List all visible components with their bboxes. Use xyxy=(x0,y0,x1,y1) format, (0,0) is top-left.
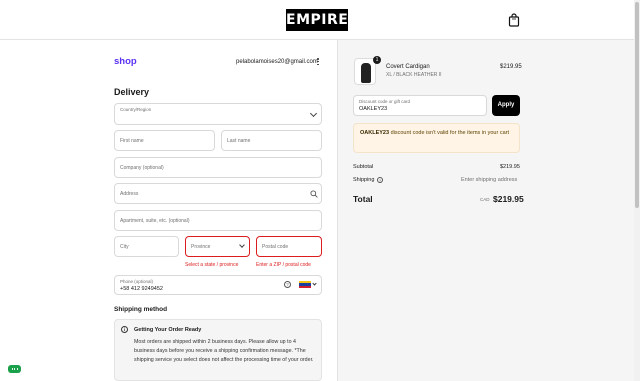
chevron-down-icon xyxy=(239,242,245,248)
apartment-field[interactable]: Apartment, suite, etc. (optional) xyxy=(114,210,322,231)
delivery-heading: Delivery xyxy=(114,87,150,97)
address-field[interactable]: Address xyxy=(114,183,322,204)
venezuela-flag-icon[interactable] xyxy=(299,281,311,288)
shipping-notice-body: Most orders are shipped within 2 busines… xyxy=(134,339,314,363)
first-name-placeholder: First name xyxy=(120,137,144,144)
province-placeholder: Province xyxy=(191,243,211,250)
scrollbar-thumb[interactable] xyxy=(635,2,639,208)
company-field[interactable]: Company (optional) xyxy=(114,157,322,178)
warning-text: discount code isn't valid for the items … xyxy=(389,130,510,136)
total-label: Total xyxy=(353,194,373,204)
warning-code: OAKLEY23 xyxy=(360,130,390,136)
account-menu-icon[interactable] xyxy=(316,58,320,67)
discount-label: Discount code or gift card xyxy=(359,99,411,104)
product-price: $219.95 xyxy=(500,64,522,70)
country-select[interactable]: Country/Region xyxy=(114,103,322,125)
chat-icon[interactable] xyxy=(8,365,21,373)
postal-code-field[interactable]: Postal code xyxy=(256,236,322,257)
quantity-badge: 1 xyxy=(373,56,381,64)
postal-code-error: Enter a ZIP / postal code xyxy=(256,262,311,268)
phone-value: +58 412 9249452 xyxy=(120,286,163,292)
bag-icon[interactable] xyxy=(508,13,520,27)
info-icon: i xyxy=(121,326,128,333)
account-email: pelabolamoises20@gmail.com xyxy=(236,59,318,65)
shop-pay-logo[interactable]: shop xyxy=(114,56,137,67)
province-error: Select a state / province xyxy=(185,262,239,268)
country-label: Country/Region xyxy=(120,107,152,112)
subtotal-label: Subtotal xyxy=(353,164,374,170)
store-logo[interactable]: EMPIRE xyxy=(286,9,348,31)
discount-warning: OAKLEY23 discount code isn't valid for t… xyxy=(353,123,520,153)
search-icon xyxy=(310,190,318,198)
phone-field[interactable]: Phone (optional) +58 412 9249452 ? xyxy=(114,275,322,295)
company-placeholder: Company (optional) xyxy=(120,164,164,171)
apply-button[interactable]: Apply xyxy=(492,95,520,116)
shipping-notice-title: Getting Your Order Ready xyxy=(134,327,202,333)
shipping-label: Shipping xyxy=(353,177,375,183)
subtotal-value: $219.95 xyxy=(500,164,520,170)
province-select[interactable]: Province xyxy=(185,236,250,257)
shipping-value: Enter shipping address xyxy=(461,177,518,183)
help-icon[interactable]: ? xyxy=(377,177,383,183)
discount-value: OAKLEY23 xyxy=(359,106,388,112)
city-placeholder: City xyxy=(120,243,129,250)
product-name: Covert Cardigan xyxy=(386,64,430,70)
city-field[interactable]: City xyxy=(114,236,179,257)
postal-code-placeholder: Postal code xyxy=(262,243,289,250)
total-currency: CAD xyxy=(480,197,490,202)
header: EMPIRE xyxy=(0,0,634,40)
last-name-placeholder: Last name xyxy=(227,137,251,144)
first-name-field[interactable]: First name xyxy=(114,130,215,151)
phone-label: Phone (optional) xyxy=(120,279,154,284)
order-summary-panel xyxy=(337,40,634,381)
shipping-method-heading: Shipping method xyxy=(114,306,168,313)
last-name-field[interactable]: Last name xyxy=(221,130,322,151)
chevron-down-icon xyxy=(309,109,318,118)
address-placeholder: Address xyxy=(120,190,139,197)
apartment-placeholder: Apartment, suite, etc. (optional) xyxy=(120,217,190,224)
help-icon[interactable]: ? xyxy=(284,281,291,288)
product-variant: XL / BLACK HEATHER II xyxy=(386,72,442,78)
discount-code-input[interactable]: Discount code or gift card OAKLEY23 xyxy=(353,95,487,116)
total-value: $219.95 xyxy=(493,194,524,204)
